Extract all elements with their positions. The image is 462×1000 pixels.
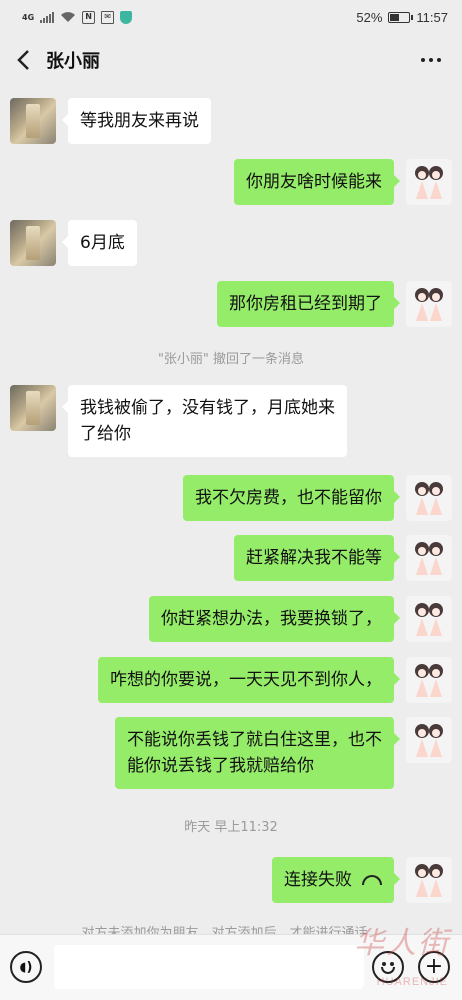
contact-avatar[interactable] (10, 220, 56, 266)
message-line: 不能说你丢钱了就白住这里，也不 (127, 730, 382, 750)
avatar-illustration-icon (415, 724, 443, 757)
message-bubble-outgoing[interactable]: 咋想的你要说，一天天见不到你人， (98, 657, 400, 703)
battery-percent: 52% (356, 9, 383, 25)
more-dots-icon (421, 58, 425, 62)
self-avatar[interactable] (406, 535, 452, 581)
avatar-illustration-icon (415, 664, 443, 697)
self-avatar[interactable] (406, 657, 452, 703)
contact-avatar[interactable] (10, 385, 56, 431)
message-row: 6月底 (0, 220, 462, 266)
timestamp: 昨天 早上11:32 (184, 820, 278, 835)
network-type: 4G (22, 12, 35, 22)
wifi-icon (61, 12, 76, 22)
recall-notice: "张小丽" 撤回了一条消息 (157, 352, 305, 367)
avatar-illustration-icon (415, 288, 443, 321)
signal-icon (40, 11, 55, 23)
chat-title: 张小丽 (46, 51, 100, 72)
self-avatar[interactable] (406, 475, 452, 521)
message-bubble-outgoing[interactable]: 不能说你丢钱了就白住这里，也不 能你说丢钱了我就赔给你 (115, 717, 400, 789)
message-row: 等我朋友来再说 (0, 98, 462, 144)
message-row: 你朋友啥时候能来 (0, 159, 462, 205)
avatar-illustration-icon (415, 166, 443, 199)
voice-button[interactable]: ◖) (10, 951, 42, 983)
message-row: 你赶紧想办法，我要换锁了， (0, 596, 462, 642)
battery-icon (388, 11, 414, 23)
self-avatar[interactable] (406, 857, 452, 903)
message-bubble-outgoing[interactable]: 那你房租已经到期了 (217, 281, 400, 327)
voice-icon: ◖) (19, 959, 33, 975)
emoji-icon (382, 962, 386, 966)
shield-icon (120, 10, 133, 24)
watermark: 华人街 (354, 926, 450, 961)
self-avatar[interactable] (406, 596, 452, 642)
message-bubble-incoming[interactable]: 6月底 (62, 220, 137, 266)
message-row: 不能说你丢钱了就白住这里，也不 能你说丢钱了我就赔给你 (0, 717, 462, 789)
message-row: 咋想的你要说，一天天见不到你人， (0, 657, 462, 703)
nfc-icon: N (82, 10, 96, 24)
status-icons-right: 52% 11:57 (356, 10, 448, 25)
self-avatar[interactable] (406, 717, 452, 763)
message-row: 那你房租已经到期了 (0, 281, 462, 327)
status-icons-left: 4G N ✉ (22, 10, 133, 24)
message-bubble-outgoing[interactable]: 你朋友啥时候能来 (234, 159, 400, 205)
self-avatar[interactable] (406, 159, 452, 205)
message-bubble-outgoing[interactable]: 赶紧解决我不能等 (234, 535, 400, 581)
call-failed-bubble[interactable]: 连接失败 (272, 857, 400, 903)
avatar-illustration-icon (415, 542, 443, 575)
chevron-left-icon (17, 50, 29, 70)
message-bubble-incoming[interactable]: 我钱被偷了，没有钱了，月底她来 了给你 (62, 385, 347, 457)
message-line: 了给你 (80, 424, 131, 444)
back-button[interactable] (0, 34, 46, 86)
chat-header: 张小丽 (0, 34, 462, 86)
message-row: 连接失败 (0, 857, 462, 903)
message-line: 能你说丢钱了我就赔给你 (127, 756, 314, 776)
status-bar: 4G N ✉ 52% 11:57 (0, 0, 462, 34)
avatar-illustration-icon (415, 482, 443, 515)
message-row: 赶紧解决我不能等 (0, 535, 462, 581)
avatar-illustration-icon (415, 864, 443, 897)
message-row: 我钱被偷了，没有钱了，月底她来 了给你 (0, 385, 462, 457)
message-bubble-outgoing[interactable]: 你赶紧想办法，我要换锁了， (149, 596, 400, 642)
call-status-text: 连接失败 (284, 870, 352, 890)
clock: 11:57 (416, 9, 448, 25)
message-bubble-incoming[interactable]: 等我朋友来再说 (62, 98, 211, 144)
contact-avatar[interactable] (10, 98, 56, 144)
message-input[interactable] (54, 945, 364, 989)
self-avatar[interactable] (406, 281, 452, 327)
message-line: 我钱被偷了，没有钱了，月底她来 (80, 398, 335, 418)
message-bubble-outgoing[interactable]: 我不欠房费，也不能留你 (183, 475, 400, 521)
mail-icon: ✉ (101, 10, 115, 24)
message-row: 我不欠房费，也不能留你 (0, 475, 462, 521)
more-button[interactable] (416, 48, 446, 72)
phone-hangup-icon (362, 875, 382, 885)
watermark-en: HUARENJIE (376, 976, 448, 988)
avatar-illustration-icon (415, 603, 443, 636)
